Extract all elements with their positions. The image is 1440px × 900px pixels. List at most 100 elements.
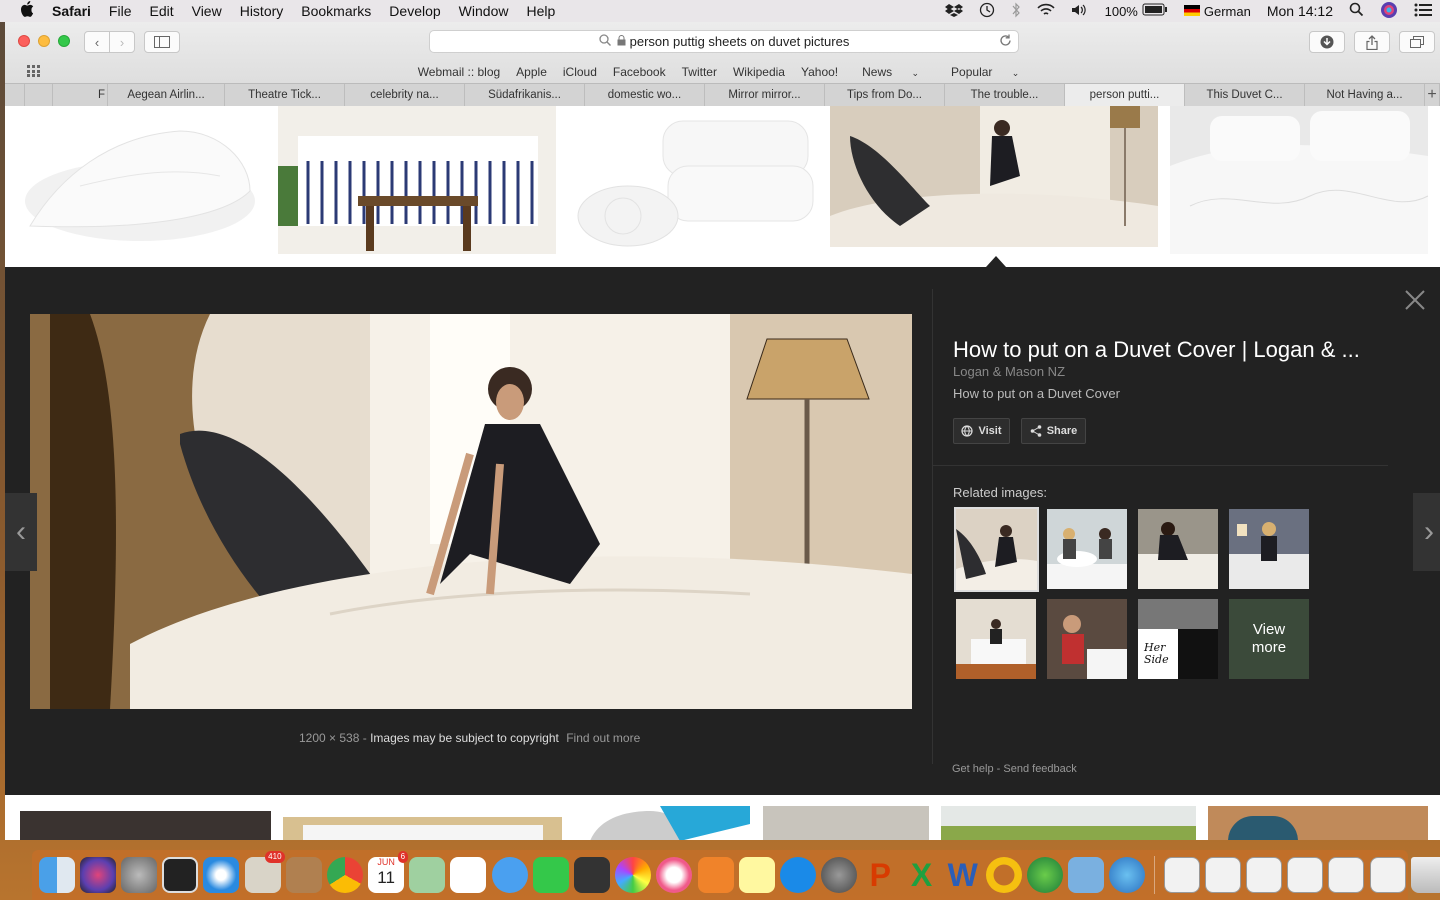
related-image-3[interactable] xyxy=(1138,509,1218,589)
new-tab-button[interactable]: + xyxy=(1425,84,1440,106)
result-thumbnail[interactable] xyxy=(1208,806,1428,840)
zoom-window-button[interactable] xyxy=(58,35,70,47)
menu-file[interactable]: File xyxy=(100,3,141,19)
result-thumbnail[interactable] xyxy=(20,811,271,840)
apple-menu-icon[interactable] xyxy=(0,1,43,21)
tab-7[interactable]: Südafrikanis... xyxy=(465,84,585,106)
launchpad-icon[interactable] xyxy=(120,857,157,893)
address-bar[interactable]: person puttig sheets on duvet pictures xyxy=(429,30,1019,53)
excel-icon[interactable]: X xyxy=(904,857,940,893)
preview-icon[interactable] xyxy=(1068,857,1105,893)
tab-14[interactable]: Not Having a... xyxy=(1305,84,1425,106)
reload-icon[interactable] xyxy=(999,34,1012,50)
share-button[interactable]: Share xyxy=(1021,418,1086,444)
facetime-icon[interactable] xyxy=(532,857,569,893)
contacts-icon[interactable] xyxy=(285,857,322,893)
tab-3[interactable]: F xyxy=(53,84,108,106)
app-menu-safari[interactable]: Safari xyxy=(43,3,100,19)
finder-icon[interactable] xyxy=(38,857,75,893)
send-feedback-link[interactable]: Send feedback xyxy=(1003,763,1076,775)
menu-view[interactable]: View xyxy=(183,3,231,19)
menu-edit[interactable]: Edit xyxy=(140,3,182,19)
find-out-more-link[interactable]: Find out more xyxy=(566,731,640,745)
result-thumbnail[interactable] xyxy=(1170,106,1428,254)
tab-6[interactable]: celebrity na... xyxy=(345,84,465,106)
related-image-2[interactable] xyxy=(1047,509,1127,589)
related-image-5[interactable] xyxy=(956,599,1036,679)
fav-facebook[interactable]: Facebook xyxy=(613,65,666,79)
result-thumbnail[interactable] xyxy=(568,106,818,254)
time-machine-icon[interactable] xyxy=(979,2,995,21)
fav-webmail[interactable]: Webmail :: blog xyxy=(418,65,500,79)
recent-document-icon[interactable] xyxy=(1163,857,1200,893)
get-help-link[interactable]: Get help xyxy=(952,763,994,775)
reminders-icon[interactable] xyxy=(450,857,487,893)
powerpoint-icon[interactable]: P xyxy=(862,857,898,893)
tab-10[interactable]: Tips from Do... xyxy=(825,84,945,106)
word-icon[interactable]: W xyxy=(945,857,981,893)
related-image-7[interactable]: Her Side xyxy=(1138,599,1218,679)
close-window-button[interactable] xyxy=(18,35,30,47)
result-thumbnail[interactable] xyxy=(283,817,562,840)
volume-icon[interactable] xyxy=(1071,3,1089,20)
tab-4[interactable]: Aegean Airlin... xyxy=(108,84,225,106)
tab-overview-button[interactable] xyxy=(1399,31,1435,53)
result-thumbnail[interactable] xyxy=(763,806,929,840)
calendar-icon[interactable]: JUN 11 6 xyxy=(368,851,409,893)
tab-9[interactable]: Mirror mirror... xyxy=(705,84,825,106)
spotlight-icon[interactable] xyxy=(1349,2,1364,20)
related-image-6[interactable] xyxy=(1047,599,1127,679)
menu-help[interactable]: Help xyxy=(517,3,564,19)
fav-wikipedia[interactable]: Wikipedia xyxy=(733,65,785,79)
document-minimized-icon[interactable] xyxy=(1204,857,1241,893)
document-minimized-icon[interactable] xyxy=(1328,857,1365,893)
tab-pinned-1[interactable] xyxy=(5,84,25,106)
input-language[interactable]: German xyxy=(1204,4,1251,19)
related-image-1[interactable] xyxy=(954,507,1039,592)
sidebar-toggle-button[interactable] xyxy=(144,31,180,53)
back-button[interactable]: ‹ xyxy=(84,31,110,53)
trash-icon[interactable] xyxy=(1410,857,1440,893)
outlook-icon[interactable] xyxy=(985,857,1022,893)
photos-icon[interactable] xyxy=(615,857,652,893)
document-minimized-icon[interactable] xyxy=(1287,857,1324,893)
bluetooth-icon[interactable] xyxy=(1011,2,1021,21)
forward-button[interactable]: › xyxy=(109,31,135,53)
visit-button[interactable]: Visit xyxy=(953,418,1010,444)
downloads-button[interactable] xyxy=(1309,31,1345,53)
mail-icon[interactable]: 410 xyxy=(244,851,285,893)
wifi-icon[interactable] xyxy=(1037,3,1055,20)
document-minimized-icon[interactable] xyxy=(1369,857,1406,893)
app-store-icon[interactable] xyxy=(779,857,816,893)
battery-icon[interactable] xyxy=(1142,3,1168,19)
minimize-window-button[interactable] xyxy=(38,35,50,47)
battery-percent[interactable]: 100% xyxy=(1105,4,1138,19)
ibooks-icon[interactable] xyxy=(697,857,734,893)
fav-yahoo[interactable]: Yahoo! xyxy=(801,65,838,79)
fav-icloud[interactable]: iCloud xyxy=(563,65,597,79)
tab-11[interactable]: The trouble... xyxy=(945,84,1065,106)
maps-icon[interactable] xyxy=(409,857,446,893)
document-minimized-icon[interactable] xyxy=(1246,857,1283,893)
itunes-icon[interactable] xyxy=(656,857,693,893)
menu-bookmarks[interactable]: Bookmarks xyxy=(292,3,380,19)
result-thumbnail[interactable] xyxy=(590,806,750,840)
clock[interactable]: Mon 14:12 xyxy=(1267,3,1333,19)
top-sites-grid-icon[interactable] xyxy=(27,65,43,80)
tab-5[interactable]: Theatre Tick... xyxy=(225,84,345,106)
preview-image[interactable] xyxy=(30,314,912,709)
related-image-4[interactable] xyxy=(1229,509,1309,589)
fav-twitter[interactable]: Twitter xyxy=(682,65,717,79)
result-thumbnail[interactable] xyxy=(278,106,556,254)
menu-develop[interactable]: Develop xyxy=(380,3,449,19)
system-preferences-icon[interactable] xyxy=(821,857,858,893)
next-image-button[interactable]: › xyxy=(1413,493,1440,571)
siri-icon[interactable] xyxy=(1380,1,1398,22)
preview-title[interactable]: How to put on a Duvet Cover | Logan & ..… xyxy=(953,337,1360,363)
share-button[interactable] xyxy=(1354,31,1390,53)
photo-booth-icon[interactable] xyxy=(162,857,199,893)
notes-icon[interactable] xyxy=(738,857,775,893)
result-thumbnail[interactable] xyxy=(20,106,263,254)
view-more-button[interactable]: View more xyxy=(1229,599,1309,679)
notification-center-icon[interactable] xyxy=(1414,3,1432,20)
